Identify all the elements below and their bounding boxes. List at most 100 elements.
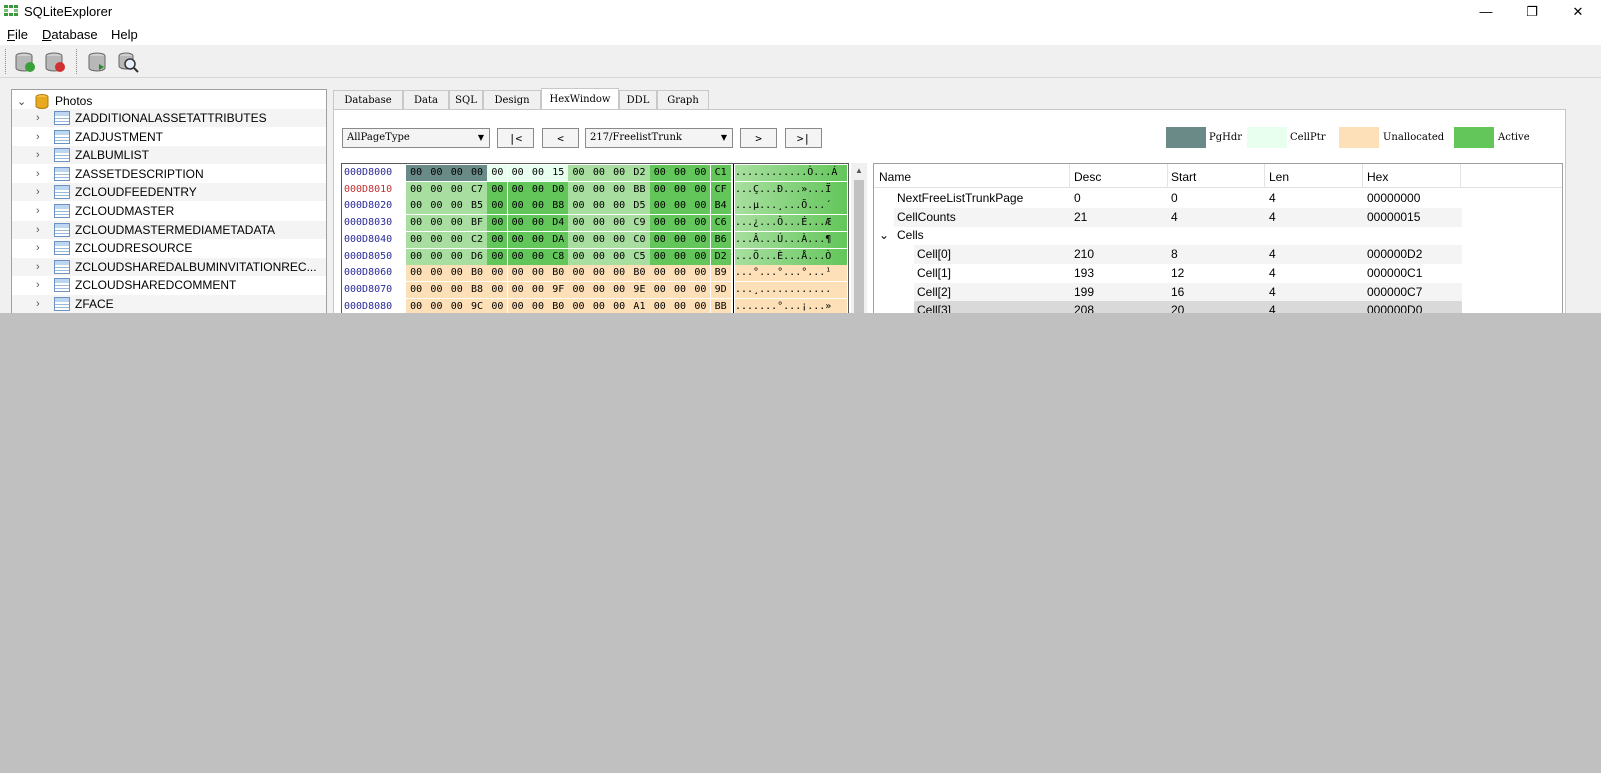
structure-row[interactable]: ⌄ Cells (874, 226, 1562, 245)
menu-database[interactable]: Database (42, 27, 98, 42)
column-header-hex[interactable]: Hex (1367, 170, 1388, 184)
open-database-icon[interactable] (13, 50, 37, 74)
hex-byte[interactable]: 00 (690, 248, 711, 265)
hex-byte[interactable]: 00 (426, 215, 447, 232)
hex-byte[interactable]: D2 (710, 248, 731, 265)
column-header-name[interactable]: Name (879, 170, 911, 184)
tree-item[interactable]: › ZFACE (12, 295, 326, 313)
hex-view[interactable]: 000D8000 00 00 00 00 00 00 00 15 00 00 00 D2 00 00 00 C1… (341, 163, 849, 313)
next-page-button[interactable]: > (740, 128, 777, 148)
hex-byte[interactable]: 00 (406, 248, 427, 265)
tree-item[interactable]: › ZALBUMLIST (12, 146, 326, 165)
hex-byte[interactable]: 00 (568, 231, 589, 248)
prev-page-button[interactable]: < (542, 128, 579, 148)
hex-ascii[interactable]: ...¿...Ô...É...Æ (735, 215, 847, 232)
hex-byte[interactable]: 00 (426, 298, 447, 313)
hex-byte[interactable]: 00 (609, 181, 630, 198)
structure-grid[interactable]: Name Desc Start Len Hex NextFreeListTrun… (873, 163, 1563, 313)
hex-byte[interactable]: 00 (406, 281, 427, 298)
chevron-right-icon[interactable]: › (36, 261, 40, 273)
hex-byte[interactable]: 00 (507, 281, 528, 298)
chevron-right-icon[interactable]: › (36, 131, 40, 143)
hex-byte[interactable]: 00 (588, 165, 609, 181)
chevron-right-icon[interactable]: › (36, 224, 40, 236)
tree-item[interactable]: › ZADDITIONALASSETATTRIBUTES (12, 109, 326, 127)
hex-byte[interactable]: B8 (548, 198, 569, 215)
hex-byte[interactable]: 00 (649, 215, 670, 232)
hex-byte[interactable]: 9C (466, 298, 488, 313)
hex-byte[interactable]: C2 (466, 231, 488, 248)
hex-ascii[interactable]: ...Ç...Ð...»...Ï (735, 181, 847, 198)
hex-byte[interactable]: 00 (406, 198, 427, 215)
hex-byte[interactable]: 00 (487, 265, 508, 282)
scroll-thumb[interactable] (854, 180, 864, 313)
hex-byte[interactable]: 9D (710, 281, 731, 298)
hex-byte[interactable]: 00 (649, 165, 670, 181)
tree-item[interactable]: › ZADJUSTMENT (12, 128, 326, 146)
hex-byte[interactable]: 00 (507, 215, 528, 232)
scroll-up-icon[interactable]: ▲ (851, 163, 867, 179)
hex-byte[interactable]: 00 (568, 165, 589, 181)
hex-byte[interactable]: 00 (588, 298, 609, 313)
hex-byte[interactable]: 9F (548, 281, 569, 298)
hex-byte[interactable]: A1 (629, 298, 650, 313)
hex-byte[interactable]: BF (466, 215, 488, 232)
hex-byte[interactable]: 00 (588, 265, 609, 282)
hex-byte[interactable]: B0 (466, 265, 488, 282)
hex-ascii[interactable]: ...µ...¸...Õ...´ (735, 198, 847, 215)
hex-row[interactable]: 000D8020 00 00 00 B5 00 00 00 B8 00 00 00 D5 00 00 00 B4… (342, 198, 848, 215)
tree-item[interactable]: › ZCLOUDSHAREDALBUMINVITATIONREC... (12, 257, 326, 276)
hex-byte[interactable]: 00 (507, 265, 528, 282)
hex-byte[interactable]: 00 (487, 165, 508, 181)
hex-byte[interactable]: 9E (629, 281, 650, 298)
tree-item[interactable]: › ZCLOUDFEEDENTRY (12, 183, 326, 202)
menu-help[interactable]: Help (111, 27, 138, 42)
tree-item[interactable]: › ZCLOUDMASTER (12, 202, 326, 220)
maximize-button[interactable]: ❐ (1509, 0, 1555, 23)
hex-byte[interactable]: 00 (406, 215, 427, 232)
hex-byte[interactable]: 00 (669, 265, 691, 282)
chevron-right-icon[interactable]: › (36, 279, 40, 291)
hex-byte[interactable]: B9 (710, 265, 731, 282)
hex-ascii[interactable]: ...Ö...È...Å...Ò (735, 248, 847, 265)
chevron-down-icon[interactable]: ⌄ (879, 228, 889, 242)
hex-byte[interactable]: C7 (466, 181, 488, 198)
hex-byte[interactable]: D0 (548, 181, 569, 198)
column-header-len[interactable]: Len (1269, 170, 1289, 184)
hex-byte[interactable]: 00 (588, 215, 609, 232)
hex-byte[interactable]: D4 (548, 215, 569, 232)
hex-row[interactable]: 000D8040 00 00 00 C2 00 00 00 DA 00 00 00 C0 00 00 00 B6… (342, 231, 848, 248)
table-tree[interactable]: ⌄ Photos › ZADDITIONALASSETATTRIBUTES › ZAD… (11, 89, 327, 313)
last-page-button[interactable]: >| (785, 128, 822, 148)
tab-data[interactable]: Data (403, 90, 449, 110)
hex-byte[interactable]: 00 (669, 231, 691, 248)
column-header-start[interactable]: Start (1171, 170, 1196, 184)
hex-byte[interactable]: 00 (568, 198, 589, 215)
hex-byte[interactable]: 00 (527, 231, 549, 248)
hex-byte[interactable]: 00 (426, 181, 447, 198)
close-database-icon[interactable] (43, 50, 67, 74)
search-database-icon[interactable] (116, 50, 140, 74)
structure-row[interactable]: Cell[3] 208 20 4 000000D0 (874, 301, 1562, 313)
hex-byte[interactable]: 00 (426, 165, 447, 181)
hex-byte[interactable]: B8 (466, 281, 488, 298)
tab-database[interactable]: Database (333, 90, 403, 110)
hex-byte[interactable]: 00 (527, 265, 549, 282)
hex-ascii[interactable]: ...¸............ (735, 281, 847, 298)
menu-file[interactable]: File (7, 27, 28, 42)
hex-byte[interactable]: 00 (609, 298, 630, 313)
hex-byte[interactable]: 00 (649, 198, 670, 215)
chevron-right-icon[interactable]: › (36, 149, 40, 161)
hex-byte[interactable]: 00 (568, 248, 589, 265)
page-select[interactable]: 217/FreelistTrunk ▼ (585, 128, 733, 148)
hex-byte[interactable]: 00 (487, 248, 508, 265)
hex-byte[interactable]: 00 (446, 198, 467, 215)
tree-item[interactable]: › ZCLOUDMASTERMEDIAMETADATA (12, 220, 326, 239)
hex-byte[interactable]: 00 (568, 281, 589, 298)
hex-byte[interactable]: 00 (406, 298, 427, 313)
hex-byte[interactable]: 00 (669, 198, 691, 215)
hex-byte[interactable]: B0 (629, 265, 650, 282)
hex-row[interactable]: 000D8060 00 00 00 B0 00 00 00 B0 00 00 00 B0 00 00 00 B9… (342, 265, 848, 282)
hex-byte[interactable]: 00 (588, 281, 609, 298)
structure-row[interactable]: NextFreeListTrunkPage 0 0 4 00000000 (874, 189, 1562, 208)
